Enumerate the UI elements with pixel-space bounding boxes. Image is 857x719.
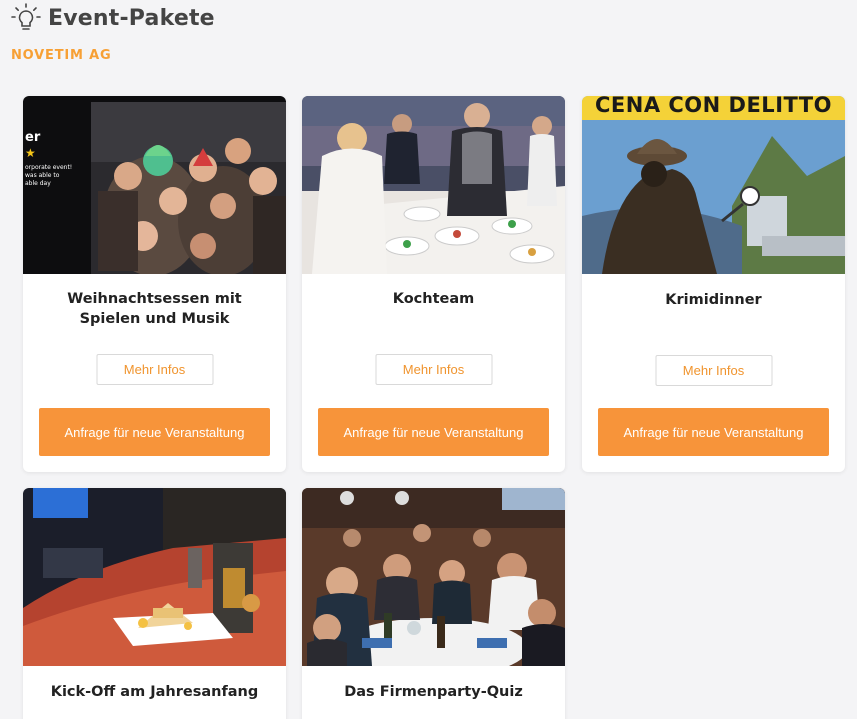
card-title: Weihnachtsessen mit Spielen und Musik: [67, 291, 242, 327]
page-title: Event-Pakete: [48, 5, 215, 31]
poster-title: CENA CON DELITTO: [594, 96, 832, 117]
card-title: Kick-Off am Jahresanfang: [50, 684, 259, 700]
quiz-photo: [302, 488, 565, 666]
overlay-heading: er: [25, 130, 41, 145]
card-image-kochteam[interactable]: [302, 96, 565, 274]
more-info-button[interactable]: Mehr Infos: [655, 355, 772, 386]
cooking-photo: [302, 96, 565, 274]
card-image-weihnachtsessen[interactable]: er ★ orporate event! was able to able da…: [23, 96, 286, 274]
event-card-weihnachtsessen: er ★ orporate event! was able to able da…: [23, 96, 286, 472]
overlay-line-2: was able to: [25, 172, 60, 179]
overlay-line-1: orporate event!: [25, 164, 73, 171]
card-title: Das Firmenparty-Quiz: [344, 684, 523, 700]
card-image-firmenparty-quiz[interactable]: [302, 488, 565, 666]
request-event-button[interactable]: Anfrage für neue Veranstaltung: [39, 408, 270, 456]
card-image-krimidinner[interactable]: CENA CON DELITTO: [582, 96, 845, 274]
detective-poster: [582, 96, 845, 274]
request-event-button[interactable]: Anfrage für neue Veranstaltung: [318, 408, 549, 456]
overlay-line-3: able day: [25, 180, 51, 187]
card-image-kickoff[interactable]: [23, 488, 286, 666]
more-info-button[interactable]: Mehr Infos: [96, 354, 213, 385]
event-card-kochteam: Kochteam Mehr Infos Anfrage für neue Ver…: [302, 96, 565, 472]
lightbulb-icon: [11, 3, 41, 30]
page-header: Event-Pakete: [10, 2, 215, 34]
request-event-button[interactable]: Anfrage für neue Veranstaltung: [598, 408, 829, 456]
event-packages-page: Event-Pakete NOVETIM AG er ★ orporate ev…: [0, 0, 857, 719]
event-card-krimidinner: CENA CON DELITTO Krimidinner Mehr Infos …: [582, 96, 845, 472]
more-info-button[interactable]: Mehr Infos: [375, 354, 492, 385]
card-title: Krimidinner: [665, 292, 762, 308]
party-photo: [23, 96, 286, 274]
overlay-stars: ★: [25, 146, 36, 160]
bar-photo: [23, 488, 286, 666]
card-title: Kochteam: [392, 291, 475, 307]
event-card-firmenparty-quiz: Das Firmenparty-Quiz: [302, 488, 565, 719]
company-name: NOVETIM AG: [11, 48, 112, 63]
event-card-kickoff: Kick-Off am Jahresanfang: [23, 488, 286, 719]
